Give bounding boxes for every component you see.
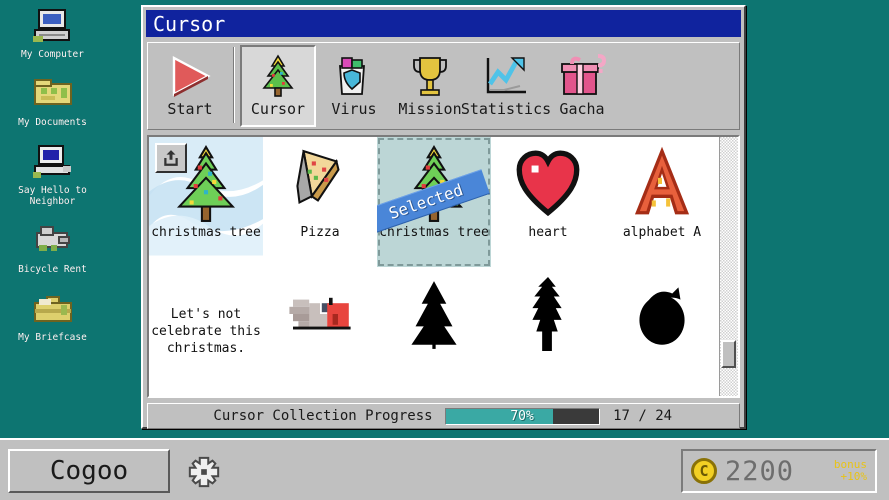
window-title: Cursor [153,11,226,36]
toolbar-button-mission[interactable]: Mission [392,45,468,127]
bicycle-icon [35,226,70,251]
cursor-cell-name: christmas tree [379,225,489,240]
coin-panel: C 2200 bonus +10% [681,449,877,493]
start-button[interactable]: Cogoo [8,449,170,493]
desktop-icon-list: My Computer My Documents Say Hello to Ne… [0,6,105,357]
gift-box-question-icon [561,54,607,95]
toolbar-button-virus[interactable]: Virus [316,45,392,127]
cursor-cell-locked-tree[interactable] [377,267,491,397]
cursor-cell-name: heart [528,225,568,240]
toolbar-button-gacha[interactable]: Gacha [544,45,620,127]
toolbar-button-label: Cursor [250,100,306,118]
window-titlebar[interactable]: Cursor [146,10,741,37]
taskbar: Cogoo C 2200 bonus +10% [0,438,889,500]
letter-a-cursor [634,146,690,215]
heart-cursor [516,150,580,217]
locked-pine-silhouette [532,276,562,351]
progress-label: Cursor Collection Progress [213,408,433,424]
toolbar-button-label: Mission [398,100,462,118]
line-chart-icon [486,57,526,94]
desktop-screen: My Computer My Documents Say Hello to Ne… [0,0,889,500]
toolbar-button-label: Gacha [559,100,605,118]
toolbar-button-label: Statistics [460,100,552,118]
cursor-cell-christmas-tree-selected[interactable]: Selected christmas tree [377,137,491,267]
progress-percent-text: 70% [510,408,534,424]
cursor-cell-hand-flag[interactable] [263,267,377,397]
desktop-icon-say-hello-to-neighbor[interactable]: Say Hello to Neighbor [0,142,105,207]
hand-flag-cursor [289,297,351,329]
desktop-icon-my-briefcase[interactable]: My Briefcase [0,289,105,343]
desktop-icon-my-computer[interactable]: My Computer [0,6,105,60]
christmas-tree-icon [262,54,294,97]
locked-tree-silhouette [411,280,457,349]
toolbar-button-start[interactable]: Start [152,45,228,127]
toolbar-separator [233,47,235,123]
toolbar-button-cursor[interactable]: Cursor [240,45,316,127]
cursor-grid-frame: christmas tree Pizza Selected christmas … [147,135,740,398]
start-button-label: Cogoo [49,456,129,486]
toolbar-button-label: Virus [331,100,377,118]
bonus-value: +10% [840,470,868,483]
progress-bar-track: 70% [444,407,600,425]
desktop-icon-label-line2: Neighbor [29,196,76,207]
documents-folder-icon [33,79,72,105]
coin-amount: 2200 [725,455,795,487]
cursor-cell-name: Pizza [300,225,340,240]
desktop-icon-label-line1: Say Hello to [18,185,87,196]
cursor-cell-name: christmas tree [151,225,261,240]
share-upload-icon [164,150,178,166]
briefcase-icon [33,296,72,322]
cursor-collection-progress: Cursor Collection Progress 70% 17 / 24 [147,403,740,429]
message-line-3: christmas. [166,340,246,356]
toolbar-button-label: Start [167,100,213,118]
cursor-grid-message: Let's not celebrate this christmas. [149,267,263,397]
bonus-badge: bonus +10% [834,459,867,483]
cursor-grid: christmas tree Pizza Selected christmas … [149,137,719,396]
cursor-cell-locked-pine[interactable] [491,267,605,397]
tray-gear-button[interactable] [184,454,224,490]
desktop-icon-label: Say Hello to Neighbor [18,185,87,207]
cursor-cell-pizza[interactable]: Pizza [263,137,377,267]
christmas-tree-cursor [404,145,464,222]
gear-icon [188,456,220,488]
progress-count-text: 17 / 24 [613,408,673,424]
locked-bulb-silhouette [639,286,685,345]
message-line-1: Let's not [170,306,242,322]
neighbor-computer-icon [32,145,71,178]
cursor-cell-heart[interactable]: heart [491,137,605,267]
toolbar-button-statistics[interactable]: Statistics [461,45,551,127]
computer-icon [32,9,70,42]
desktop-icon-my-documents[interactable]: My Documents [0,74,105,128]
cursor-cell-locked-bulb[interactable] [605,267,719,397]
cursor-window: Cursor Start Cursor Virus Mission Statis… [141,5,746,429]
cursor-cell-name: alphabet A [622,225,702,240]
grid-vertical-scrollbar[interactable] [719,137,738,396]
trophy-icon [413,57,447,96]
virus-shield-bin-icon [339,57,365,95]
coin-c-icon: C [691,458,717,484]
window-toolbar: Start Cursor Virus Mission Statistics Ga… [147,42,740,130]
play-triangle-icon [172,56,211,97]
desktop-icon-label: My Briefcase [18,332,87,343]
cursor-cell-alphabet-a[interactable]: alphabet A [605,137,719,267]
desktop-icon-label: Bicycle Rent [18,264,87,275]
message-line-2: celebrate this [151,323,261,339]
share-button[interactable] [155,143,187,173]
scrollbar-thumb[interactable] [721,340,736,368]
desktop-icon-bicycle-rent[interactable]: Bicycle Rent [0,221,105,275]
pizza-cursor [296,149,340,205]
desktop-icon-label: My Computer [21,49,84,60]
desktop-icon-label: My Documents [18,117,87,128]
